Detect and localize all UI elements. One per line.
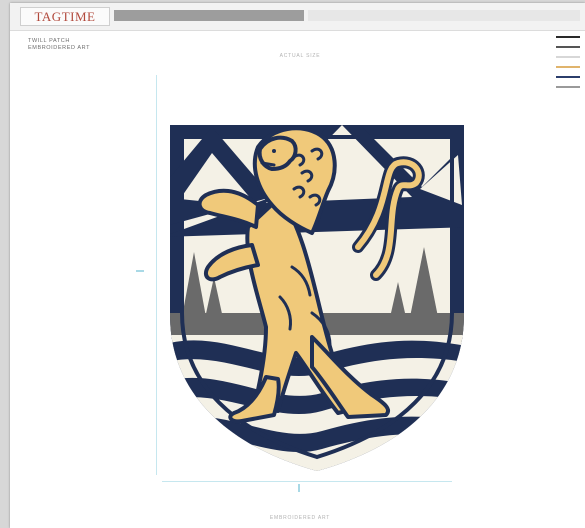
width-dimension-marker — [298, 484, 300, 492]
proof-title: TWILL PATCH EMBROIDERED ART — [28, 38, 148, 51]
color-swatch — [556, 86, 580, 88]
tagtime-logo[interactable]: TAGTIME — [20, 7, 110, 26]
width-dimension-line — [162, 481, 452, 482]
color-swatch — [556, 36, 580, 38]
color-swatch — [556, 46, 580, 48]
color-swatch — [556, 76, 580, 78]
height-dimension-marker — [136, 270, 144, 272]
artwork-proof-page: TAGTIME TWILL PATCH EMBROIDERED ART ACTU… — [10, 3, 585, 528]
secondary-nav — [308, 10, 580, 21]
proof-title-line: EMBROIDERED ART — [28, 44, 91, 51]
color-swatch — [556, 66, 580, 68]
primary-nav — [114, 10, 304, 21]
top-header-bar: TAGTIME — [10, 3, 585, 31]
thread-color-swatches — [556, 36, 580, 96]
color-swatch — [556, 56, 580, 58]
embroidered-art-caption: EMBROIDERED ART — [269, 515, 331, 521]
actual-size-caption: ACTUAL SIZE — [279, 53, 321, 59]
height-dimension-line — [156, 75, 157, 475]
lion-crest-artwork — [170, 125, 464, 471]
